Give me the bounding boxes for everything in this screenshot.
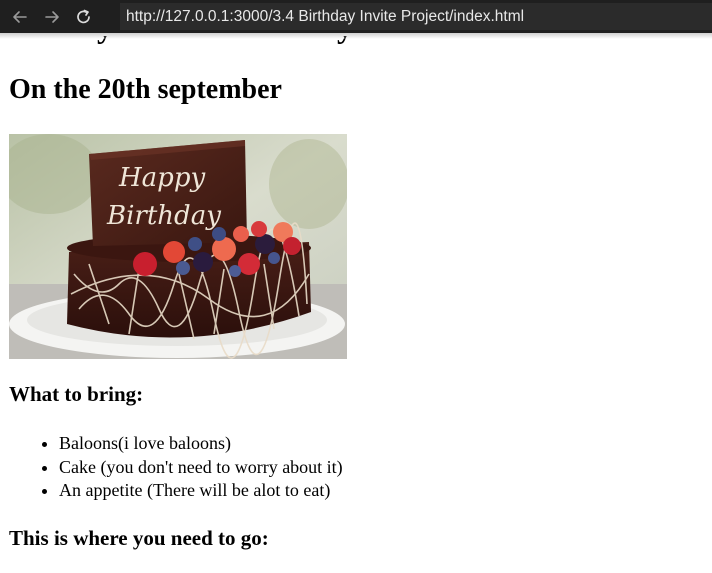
list-item: Baloons(i love baloons) (59, 432, 343, 456)
toolbar-shadow (0, 33, 712, 39)
address-bar[interactable]: http://127.0.0.1:3000/3.4 Birthday Invit… (120, 3, 712, 30)
url-text: http://127.0.0.1:3000/3.4 Birthday Invit… (126, 7, 525, 25)
cake-inscription-line1: Happy (118, 163, 205, 193)
list-item: An appetite (There will be alot to eat) (59, 479, 343, 503)
location-heading: This is where you need to go: (9, 526, 269, 550)
what-to-bring-heading: What to bring: (9, 382, 144, 406)
forward-button[interactable] (38, 3, 66, 31)
arrow-right-icon (43, 8, 61, 26)
date-heading: On the 20th september (9, 74, 282, 105)
reload-button[interactable] (70, 3, 98, 31)
list-item: Cake (you don't need to worry about it) (59, 456, 343, 480)
reload-icon (75, 8, 93, 26)
cake-inscription-line2: Birthday (106, 201, 221, 231)
browser-toolbar: http://127.0.0.1:3000/3.4 Birthday Invit… (0, 0, 712, 33)
bring-list: Baloons(i love baloons) Cake (you don't … (9, 432, 343, 503)
arrow-left-icon (11, 8, 29, 26)
back-button[interactable] (6, 3, 34, 31)
birthday-cake-image: Happy Birthday (9, 134, 347, 359)
